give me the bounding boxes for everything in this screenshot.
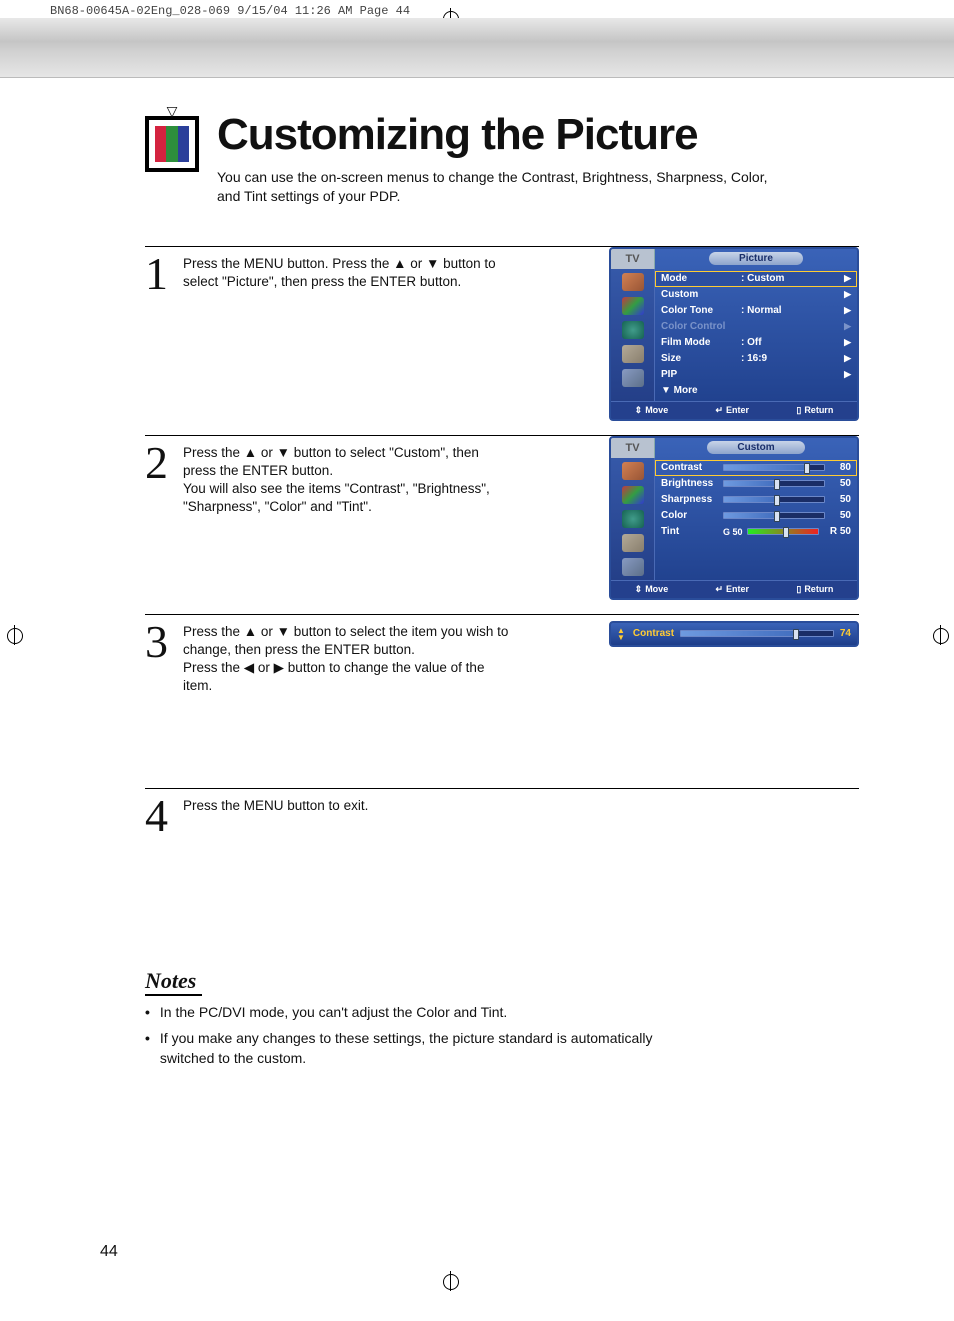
step-number: 4 bbox=[145, 795, 173, 848]
step-text: Press the MENU button. Press the ▲ or ▼ … bbox=[183, 253, 513, 421]
osd-menu-row: Color Tone: Normal▶ bbox=[655, 303, 857, 319]
up-down-arrows-icon: ▲▼ bbox=[617, 627, 625, 641]
step-number: 1 bbox=[145, 253, 173, 421]
slider-value: 74 bbox=[840, 628, 851, 639]
osd-side-icon bbox=[622, 321, 644, 339]
step-number: 3 bbox=[145, 621, 173, 774]
step-text: Press the ▲ or ▼ button to select the it… bbox=[183, 621, 513, 774]
osd-single-slider: ▲▼ Contrast 74 bbox=[609, 621, 859, 647]
osd-side-icon bbox=[622, 273, 644, 291]
osd-title: Custom bbox=[707, 441, 804, 454]
osd-menu-row: Color Control▶ bbox=[655, 319, 857, 335]
step-number: 2 bbox=[145, 442, 173, 600]
osd-tv-label: TV bbox=[611, 438, 655, 458]
osd-slider-row: Contrast80 bbox=[655, 460, 857, 476]
osd-menu-row: Size: 16:9▶ bbox=[655, 351, 857, 367]
osd-hint-move: ⇕ Move bbox=[635, 405, 669, 416]
decorative-band bbox=[0, 18, 954, 78]
osd-hint-enter: ↵ Enter bbox=[716, 405, 750, 416]
osd-hint-move: ⇕ Move bbox=[635, 584, 669, 595]
step-text: Press the MENU button to exit. bbox=[183, 795, 368, 848]
note-item: In the PC/DVI mode, you can't adjust the… bbox=[145, 1002, 705, 1022]
osd-picture-menu: TV Picture Mode: Custom▶Custom▶Color Ton… bbox=[609, 247, 859, 421]
osd-menu-row: Film Mode: Off▶ bbox=[655, 335, 857, 351]
osd-side-icon bbox=[622, 510, 644, 528]
note-item: If you make any changes to these setting… bbox=[145, 1028, 705, 1069]
osd-menu-row: Custom▶ bbox=[655, 287, 857, 303]
osd-side-icon bbox=[622, 462, 644, 480]
osd-menu-row: ▼ More bbox=[655, 383, 857, 399]
osd-custom-menu: TV Custom Contrast80Brightness50Sharpnes… bbox=[609, 436, 859, 600]
osd-hint-return: ▯ Return bbox=[796, 584, 833, 595]
osd-menu-row: Mode: Custom▶ bbox=[655, 271, 857, 287]
osd-tint-row: TintG 50R 50 bbox=[655, 524, 857, 540]
osd-side-icon bbox=[622, 486, 644, 504]
osd-hint-enter: ↵ Enter bbox=[716, 584, 750, 595]
intro-text: You can use the on-screen menus to chang… bbox=[217, 168, 777, 206]
osd-hint-return: ▯ Return bbox=[796, 405, 833, 416]
notes-heading: Notes bbox=[145, 968, 202, 996]
osd-tv-label: TV bbox=[611, 249, 655, 269]
osd-side-icon bbox=[622, 345, 644, 363]
osd-slider-row: Brightness50 bbox=[655, 476, 857, 492]
osd-side-icon bbox=[622, 558, 644, 576]
slider-label: Contrast bbox=[633, 628, 674, 639]
osd-title: Picture bbox=[709, 252, 803, 265]
page-number: 44 bbox=[100, 1243, 118, 1261]
osd-menu-row: PIP▶ bbox=[655, 367, 857, 383]
osd-side-icon bbox=[622, 369, 644, 387]
osd-side-icon bbox=[622, 534, 644, 552]
tv-icon: ▽ bbox=[145, 116, 199, 172]
page-title: Customizing the Picture bbox=[217, 110, 777, 160]
osd-side-icon bbox=[622, 297, 644, 315]
step-text: Press the ▲ or ▼ button to select "Custo… bbox=[183, 442, 513, 600]
osd-slider-row: Sharpness50 bbox=[655, 492, 857, 508]
osd-slider-row: Color50 bbox=[655, 508, 857, 524]
